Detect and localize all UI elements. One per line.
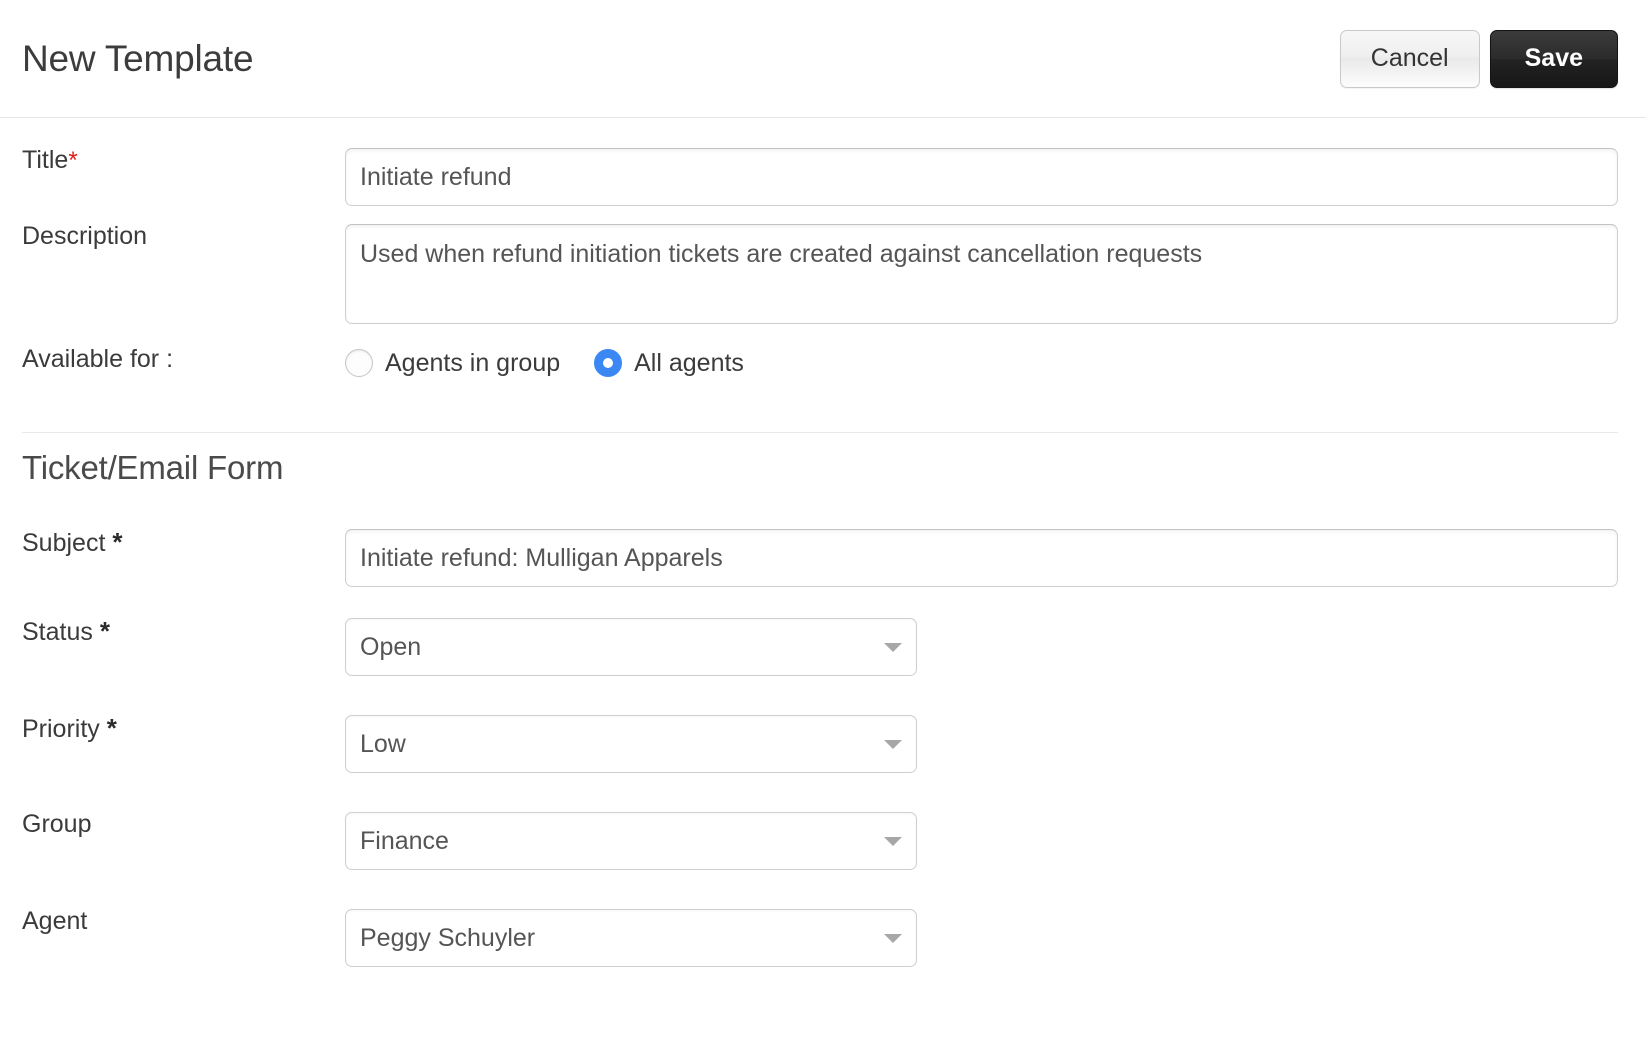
subject-label-text: Subject	[22, 529, 105, 557]
new-template-page: New Template Cancel Save Title* Descript…	[0, 0, 1646, 1040]
priority-row: Priority * Low	[22, 715, 1618, 773]
status-field-label: Status *	[22, 618, 345, 645]
chevron-down-icon[interactable]	[884, 837, 902, 846]
agent-row: Agent Peggy Schuyler	[22, 909, 1618, 967]
radio-unselected-icon[interactable]	[345, 349, 373, 377]
group-field-label: Group	[22, 812, 345, 837]
subject-required-marker: *	[112, 527, 122, 557]
priority-label-text: Priority	[22, 715, 100, 743]
status-select-value: Open	[360, 635, 876, 660]
priority-select-value: Low	[360, 732, 876, 757]
chevron-down-icon[interactable]	[884, 934, 902, 943]
description-field-label: Description	[22, 224, 345, 249]
save-button[interactable]: Save	[1490, 30, 1618, 88]
agent-select[interactable]: Peggy Schuyler	[345, 909, 917, 967]
title-row: Title*	[22, 148, 1618, 206]
ticket-email-form-section-title: Ticket/Email Form	[22, 451, 1618, 484]
group-select-value: Finance	[360, 829, 876, 854]
priority-select[interactable]: Low	[345, 715, 917, 773]
title-field-label: Title*	[22, 148, 345, 173]
group-row: Group Finance	[22, 812, 1618, 870]
available-for-row: Available for : Agents in group All agen…	[22, 347, 1618, 377]
status-row: Status * Open	[22, 618, 1618, 676]
priority-required-marker: *	[107, 713, 117, 743]
page-title: New Template	[22, 40, 1340, 77]
subject-field-label: Subject *	[22, 529, 345, 556]
description-input-wrap	[345, 224, 1618, 324]
title-required-marker: *	[68, 147, 77, 174]
radio-selected-icon[interactable]	[594, 349, 622, 377]
group-select[interactable]: Finance	[345, 812, 917, 870]
available-for-label: Available for :	[22, 347, 345, 372]
subject-row: Subject *	[22, 529, 1618, 587]
radio-label-agents-in-group: Agents in group	[385, 351, 560, 376]
status-required-marker: *	[100, 616, 110, 646]
radio-option-all-agents[interactable]: All agents	[594, 349, 744, 377]
section-divider	[22, 432, 1618, 433]
title-input[interactable]	[345, 148, 1618, 206]
agent-select-value: Peggy Schuyler	[360, 926, 876, 951]
header-actions: Cancel Save	[1340, 30, 1618, 88]
available-for-radio-group: Agents in group All agents	[345, 347, 744, 377]
status-label-text: Status	[22, 618, 93, 646]
radio-label-all-agents: All agents	[634, 351, 744, 376]
status-select[interactable]: Open	[345, 618, 917, 676]
chevron-down-icon[interactable]	[884, 740, 902, 749]
title-input-wrap	[345, 148, 1618, 206]
page-header: New Template Cancel Save	[0, 0, 1646, 118]
cancel-button[interactable]: Cancel	[1340, 30, 1480, 88]
title-label-text: Title	[22, 146, 68, 174]
description-row: Description	[22, 224, 1618, 324]
radio-option-agents-in-group[interactable]: Agents in group	[345, 349, 560, 377]
agent-field-label: Agent	[22, 909, 345, 934]
description-textarea[interactable]	[345, 224, 1618, 324]
subject-input-wrap	[345, 529, 1618, 587]
priority-field-label: Priority *	[22, 715, 345, 742]
subject-input[interactable]	[345, 529, 1618, 587]
chevron-down-icon[interactable]	[884, 643, 902, 652]
